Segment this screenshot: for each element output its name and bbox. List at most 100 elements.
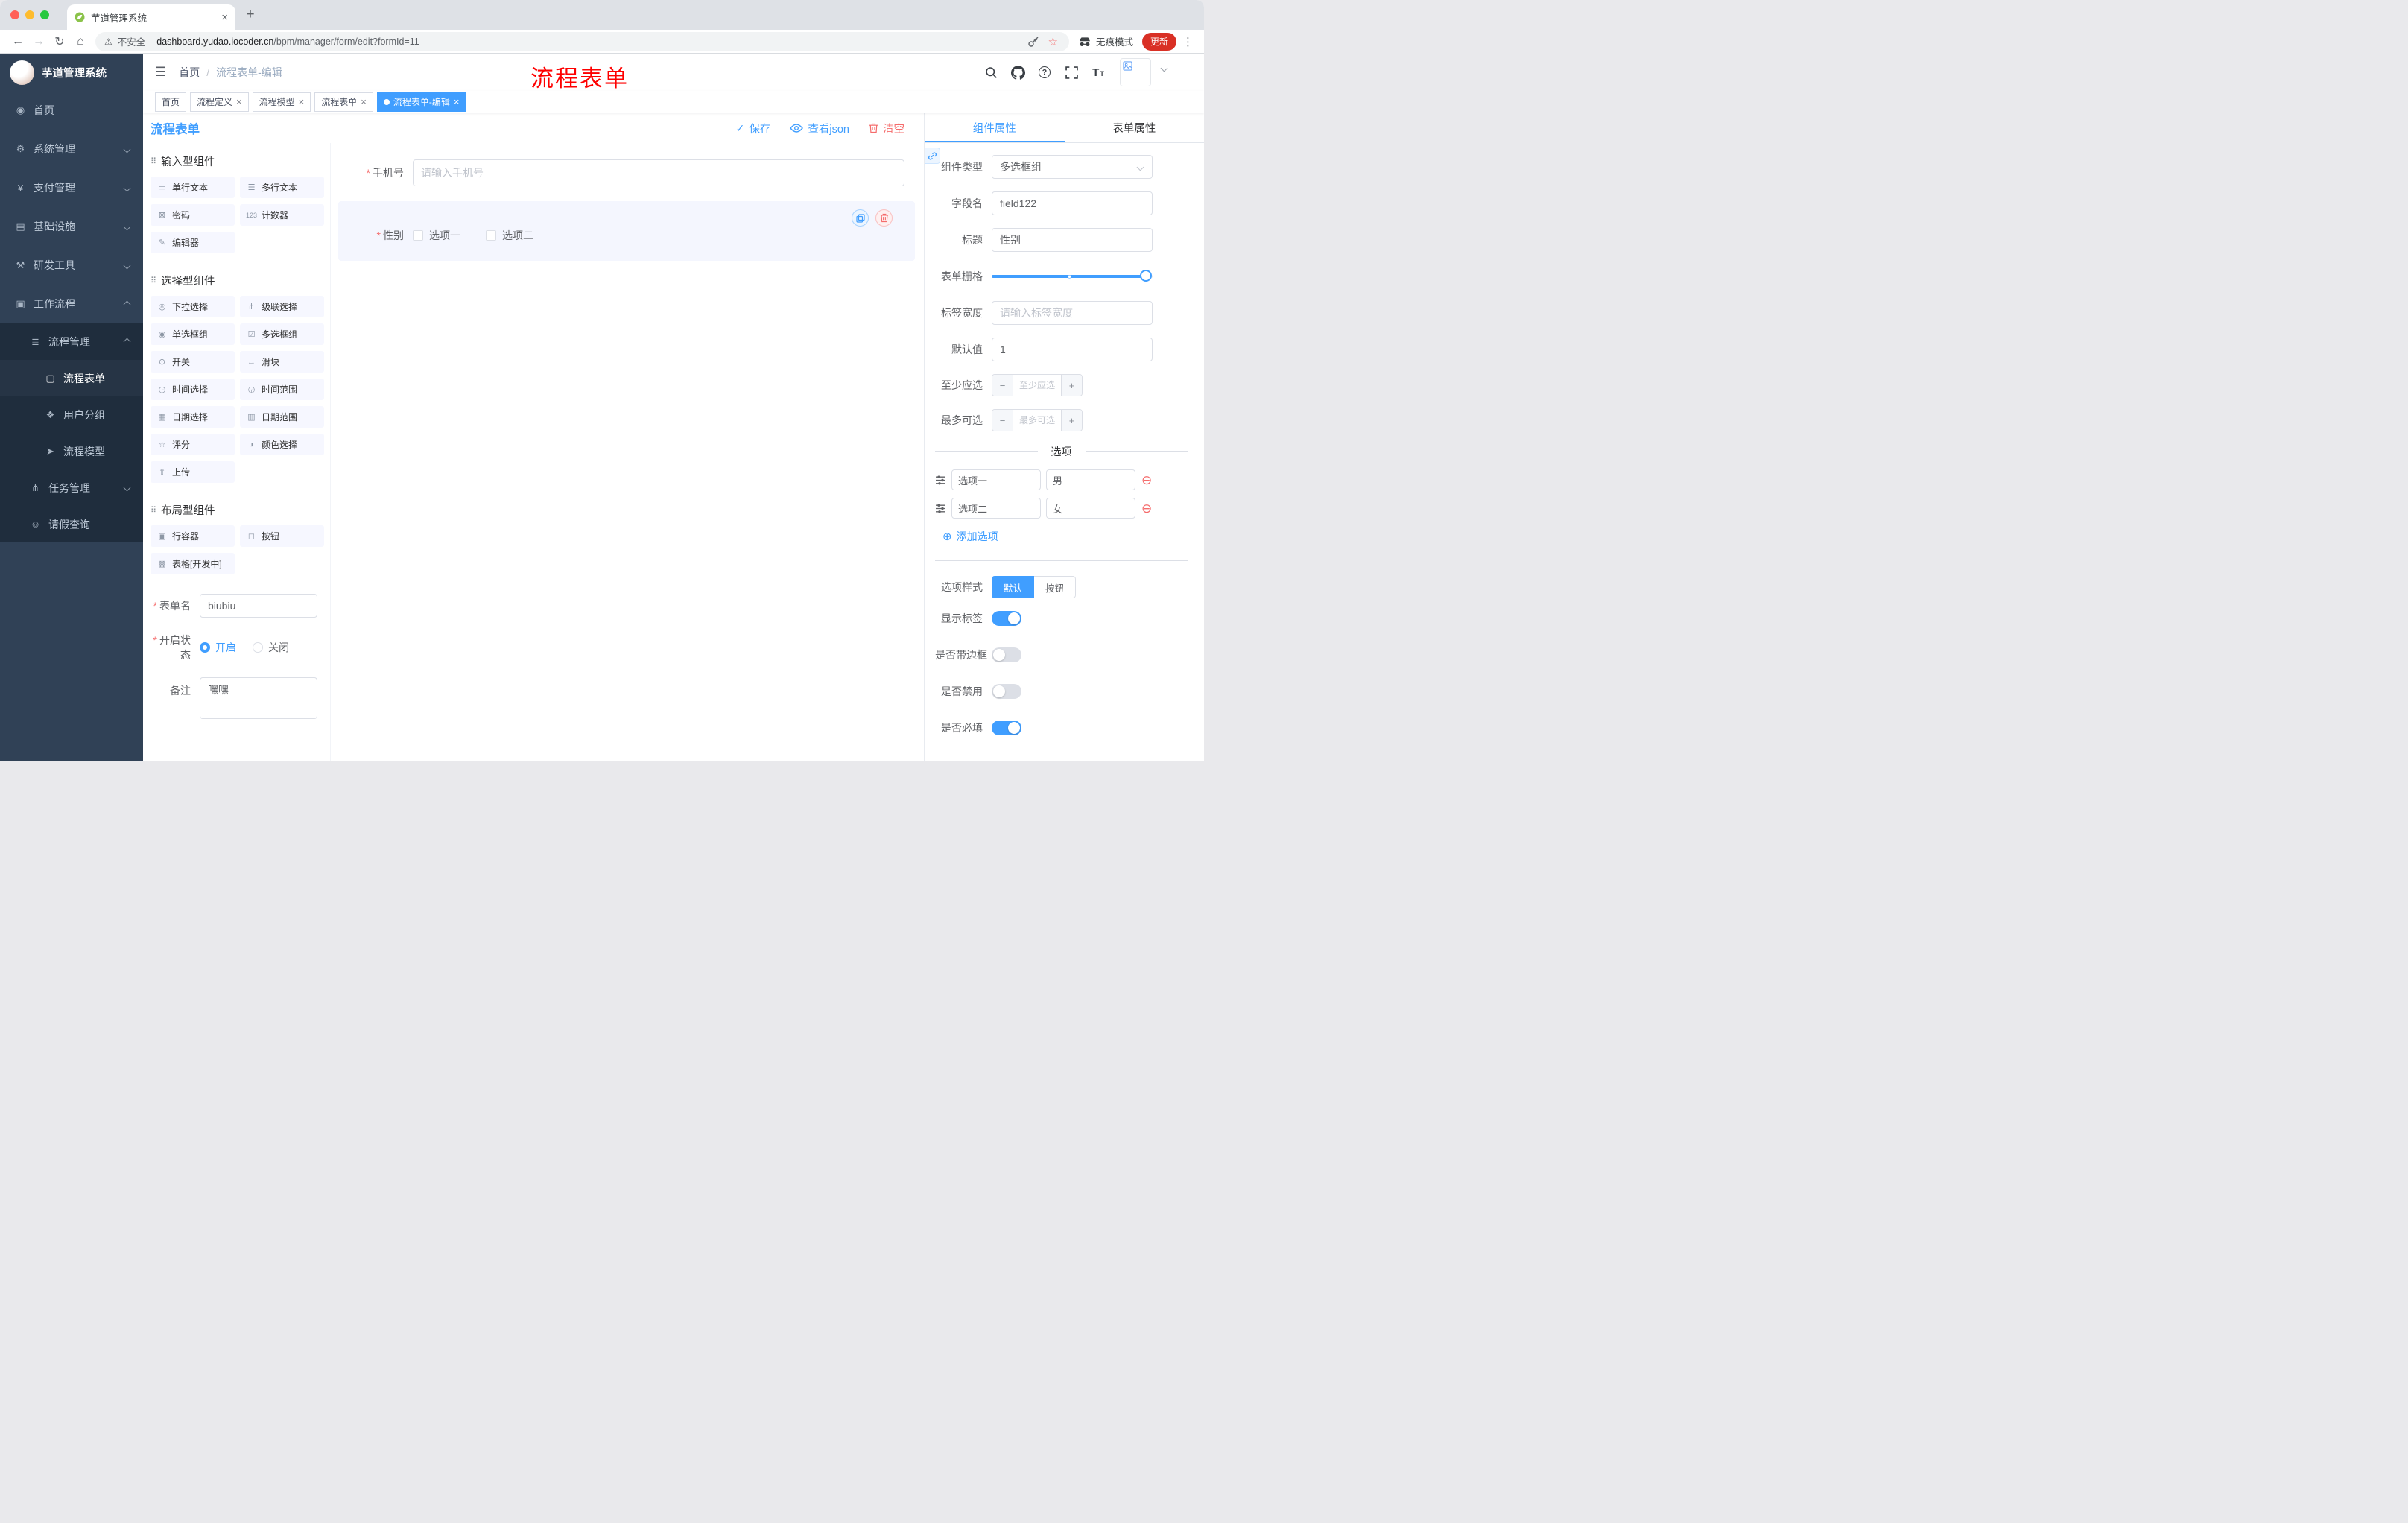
remove-option-button[interactable]: ⊖ xyxy=(1141,502,1152,515)
palette-item-editor[interactable]: ✎ 编辑器 xyxy=(150,232,235,253)
sidebar-item-process-model[interactable]: ➤ 流程模型 xyxy=(0,433,143,469)
palette-item-checkbox-group[interactable]: ☑ 多选框组 xyxy=(240,323,324,345)
checkbox-option-2[interactable]: 选项二 xyxy=(486,228,533,243)
add-option-button[interactable]: ⊕ 添加选项 xyxy=(942,529,998,544)
required-toggle[interactable] xyxy=(992,721,1021,735)
decrease-button[interactable]: − xyxy=(992,410,1013,431)
sidebar-item-dev-tools[interactable]: ⚒ 研发工具 xyxy=(0,246,143,285)
tab-form-props[interactable]: 表单属性 xyxy=(1065,113,1205,142)
palette-item-time-picker[interactable]: ◷ 时间选择 xyxy=(150,379,235,400)
sidebar-item-leave-query[interactable]: ☺ 请假查询 xyxy=(0,506,143,542)
remove-option-button[interactable]: ⊖ xyxy=(1141,474,1152,487)
palette-item-password[interactable]: ⊠ 密码 xyxy=(150,204,235,226)
save-button[interactable]: ✓ 保存 xyxy=(736,121,771,136)
sidebar-item-user-group[interactable]: ❖ 用户分组 xyxy=(0,396,143,433)
palette-item-row-container[interactable]: ▣ 行容器 xyxy=(150,525,235,547)
password-key-icon[interactable] xyxy=(1027,36,1039,48)
label-width-input[interactable] xyxy=(992,301,1153,325)
status-on-radio[interactable]: 开启 xyxy=(200,640,236,655)
slider-handle[interactable] xyxy=(1140,270,1153,282)
back-button[interactable]: ← xyxy=(7,31,28,52)
palette-item-upload[interactable]: ⇧ 上传 xyxy=(150,461,235,483)
increase-button[interactable]: + xyxy=(1061,375,1082,396)
palette-item-counter[interactable]: 123 计数器 xyxy=(240,204,324,226)
home-button[interactable]: ⌂ xyxy=(70,31,91,52)
app-logo[interactable]: 芋道管理系统 xyxy=(0,54,143,91)
increase-button[interactable]: + xyxy=(1061,410,1082,431)
phone-input[interactable] xyxy=(413,159,904,186)
delete-component-button[interactable] xyxy=(875,209,893,227)
palette-item-multi-line-text[interactable]: ☰ 多行文本 xyxy=(240,177,324,198)
close-icon[interactable]: × xyxy=(236,97,242,107)
option-value-input[interactable] xyxy=(1046,498,1135,519)
max-select-input[interactable] xyxy=(1013,410,1061,431)
palette-item-time-range[interactable]: ◶ 时间范围 xyxy=(240,379,324,400)
palette-item-select[interactable]: ◎ 下拉选择 xyxy=(150,296,235,317)
form-name-input[interactable] xyxy=(200,594,317,618)
window-minimize-button[interactable] xyxy=(25,10,34,19)
sidebar-item-infrastructure[interactable]: ▤ 基础设施 xyxy=(0,207,143,246)
update-button[interactable]: 更新 xyxy=(1141,32,1176,51)
help-icon[interactable]: ? xyxy=(1036,64,1053,80)
tab-close-button[interactable]: × xyxy=(221,12,228,23)
hamburger-icon[interactable]: ☰ xyxy=(155,65,166,80)
sidebar-item-process-management[interactable]: ≣ 流程管理 xyxy=(0,323,143,360)
sidebar-item-process-form[interactable]: ▢ 流程表单 xyxy=(0,360,143,396)
tag-home[interactable]: 首页 xyxy=(155,92,187,112)
form-canvas[interactable]: * 手机号 请输入手机号 * 性别 选项一 选项二 xyxy=(331,143,924,762)
palette-item-switch[interactable]: ⊙ 开关 xyxy=(150,351,235,373)
avatar[interactable] xyxy=(1120,58,1151,86)
fullscreen-icon[interactable] xyxy=(1063,64,1080,80)
forward-button[interactable]: → xyxy=(28,31,49,52)
style-default-button[interactable]: 默认 xyxy=(992,576,1035,598)
remark-textarea[interactable]: 嘿嘿 xyxy=(200,677,317,719)
clear-button[interactable]: 清空 xyxy=(869,121,904,136)
palette-item-date-picker[interactable]: ▦ 日期选择 xyxy=(150,406,235,428)
reload-button[interactable]: ↻ xyxy=(49,31,70,52)
title-input[interactable] xyxy=(992,228,1153,252)
window-close-button[interactable] xyxy=(10,10,19,19)
tag-process-model[interactable]: 流程模型 × xyxy=(252,92,311,112)
palette-item-color-picker[interactable]: ◑ 颜色选择 xyxy=(240,434,324,455)
security-label[interactable]: 不安全 xyxy=(118,34,146,48)
github-icon[interactable] xyxy=(1010,64,1026,80)
option-label-input[interactable] xyxy=(951,498,1041,519)
avatar-caret-icon[interactable] xyxy=(1160,64,1168,72)
search-icon[interactable] xyxy=(983,64,999,80)
url-text[interactable]: dashboard.yudao.iocoder.cn/bpm/manager/f… xyxy=(156,37,1021,47)
palette-item-slider[interactable]: ↔ 滑块 xyxy=(240,351,324,373)
palette-item-date-range[interactable]: ▥ 日期范围 xyxy=(240,406,324,428)
sidebar-item-home[interactable]: ◉ 首页 xyxy=(0,91,143,130)
checkbox-option-1[interactable]: 选项一 xyxy=(413,228,460,243)
copy-component-button[interactable] xyxy=(852,209,869,227)
sidebar-item-system-management[interactable]: ⚙ 系统管理 xyxy=(0,130,143,168)
close-icon[interactable]: × xyxy=(454,97,460,107)
tab-component-props[interactable]: 组件属性 xyxy=(925,113,1065,142)
default-value-input[interactable] xyxy=(992,338,1153,361)
sidebar-item-payment-management[interactable]: ¥ 支付管理 xyxy=(0,168,143,207)
breadcrumb-home[interactable]: 首页 xyxy=(179,65,200,80)
drag-handle-icon[interactable] xyxy=(935,504,946,513)
drag-handle-icon[interactable] xyxy=(935,475,946,485)
font-size-icon[interactable]: TT xyxy=(1090,64,1106,80)
border-toggle[interactable] xyxy=(992,647,1021,662)
new-tab-button[interactable]: + xyxy=(240,4,261,25)
option-value-input[interactable] xyxy=(1046,469,1135,490)
tag-process-form-edit[interactable]: 流程表单-编辑 × xyxy=(376,92,466,112)
disabled-toggle[interactable] xyxy=(992,684,1021,699)
palette-item-cascader[interactable]: ⋔ 级联选择 xyxy=(240,296,324,317)
close-icon[interactable]: × xyxy=(361,97,367,107)
palette-item-button[interactable]: ◻ 按钮 xyxy=(240,525,324,547)
min-select-input[interactable] xyxy=(1013,375,1061,396)
address-bar[interactable]: ⚠ 不安全 dashboard.yudao.iocoder.cn/bpm/man… xyxy=(95,31,1069,51)
browser-menu-icon[interactable]: ⋮ xyxy=(1182,35,1194,48)
sidebar-item-workflow[interactable]: ▣ 工作流程 xyxy=(0,285,143,323)
form-grid-slider[interactable] xyxy=(992,265,1153,288)
option-label-input[interactable] xyxy=(951,469,1041,490)
palette-item-rate[interactable]: ☆ 评分 xyxy=(150,434,235,455)
sidebar-item-task-management[interactable]: ⋔ 任务管理 xyxy=(0,469,143,506)
incognito-chip[interactable]: 无痕模式 xyxy=(1078,34,1133,48)
status-off-radio[interactable]: 关闭 xyxy=(253,640,289,655)
field-name-input[interactable] xyxy=(992,191,1153,215)
gender-field-item[interactable]: * 性别 选项一 选项二 xyxy=(338,201,915,261)
